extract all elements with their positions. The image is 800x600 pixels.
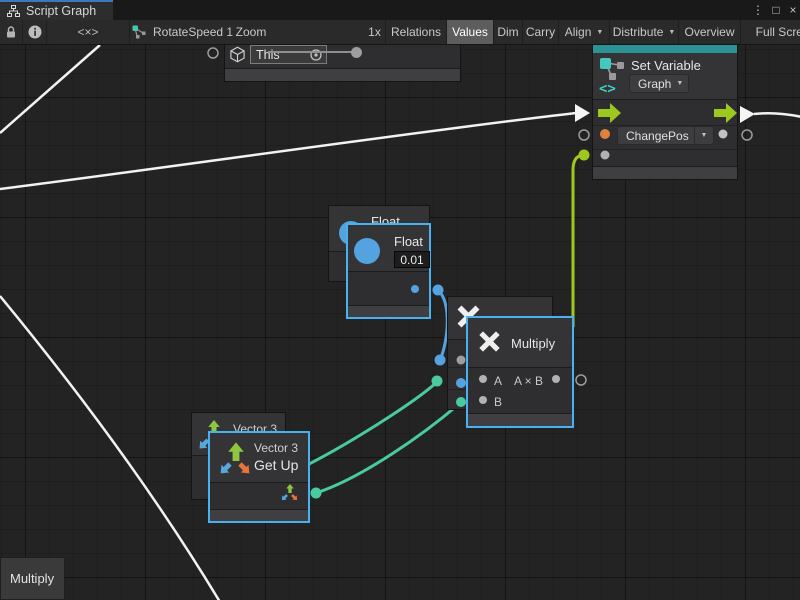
distribute-dropdown[interactable]: Distribute▼: [610, 20, 679, 44]
info-button[interactable]: [23, 20, 47, 44]
variable-scope-dropdown[interactable]: Graph ▼: [629, 74, 689, 93]
multiply-input-b-label: B: [494, 395, 502, 409]
set-variable-icon: <>: [599, 57, 626, 95]
unity-script-graph-window: This <> Set Variable Graph ▼ ChangePos ▼: [0, 0, 800, 600]
lock-button[interactable]: [0, 20, 23, 44]
dim-button[interactable]: Dim: [494, 20, 523, 44]
tab-script-graph[interactable]: Script Graph: [0, 0, 113, 20]
this-object-field[interactable]: This: [250, 45, 327, 64]
graph-name: RotateSpeed 1: [153, 25, 233, 39]
this-node[interactable]: This: [224, 41, 461, 82]
info-icon: [28, 25, 42, 39]
get-up-title: Get Up: [254, 457, 298, 473]
float-node[interactable]: Float 0.01: [347, 224, 430, 318]
chevron-down-icon: ▼: [668, 29, 675, 36]
multiply-node-corner[interactable]: Multiply: [0, 557, 65, 600]
multiply-title: Multiply: [511, 336, 555, 351]
zoom-value: 1x: [364, 20, 386, 44]
variable-scope-value: Graph: [638, 77, 671, 91]
chevron-down-icon[interactable]: ▼: [694, 127, 713, 144]
lock-icon: [5, 26, 17, 39]
multiply-icon: [477, 329, 502, 354]
window-tab-bar: Script Graph ⋮ □ ×: [0, 0, 800, 20]
this-object-field-value: This: [256, 48, 280, 62]
window-close-button[interactable]: ×: [786, 0, 800, 20]
tab-title: Script Graph: [26, 4, 96, 18]
vector3-icon: [216, 438, 254, 480]
graph-toolbar: <×> RotateSpeed 1 Zoom 1x Relations Valu…: [0, 20, 800, 45]
set-variable-footer: [593, 166, 737, 179]
zoom-slider-track[interactable]: [268, 51, 356, 53]
get-up-node[interactable]: Vector 3 Get Up: [209, 432, 309, 522]
multiply-footer: [468, 413, 572, 426]
float-icon: [354, 238, 380, 264]
variable-name-value: ChangePos: [626, 129, 689, 143]
chevron-down-icon: ▼: [676, 80, 683, 87]
multiply-input-a-label: A: [494, 374, 502, 388]
align-dropdown[interactable]: Align▼: [559, 20, 610, 44]
variable-name-dropdown[interactable]: ChangePos ▼: [617, 126, 714, 145]
row-divider: [593, 149, 737, 150]
vector3-output-icon: [280, 484, 298, 502]
script-graph-icon: [132, 25, 147, 39]
graph-breadcrumb[interactable]: RotateSpeed 1: [130, 20, 236, 44]
code-icon: <×>: [77, 25, 98, 39]
corner-node-title: Multiply: [10, 571, 54, 586]
window-maximize-button[interactable]: □: [768, 0, 784, 20]
cube-icon: [229, 46, 246, 63]
float-footer: [348, 305, 429, 317]
set-variable-node[interactable]: <> Set Variable Graph ▼ ChangePos ▼: [592, 44, 738, 180]
svg-text:<>: <>: [599, 81, 616, 95]
set-variable-title: Set Variable: [631, 58, 701, 73]
chevron-down-icon: ▼: [596, 29, 603, 36]
row-divider: [448, 389, 468, 390]
values-button[interactable]: Values: [447, 20, 494, 44]
fullscreen-button[interactable]: Full Screen: [741, 20, 800, 44]
get-up-footer: [210, 509, 308, 521]
code-view-button[interactable]: <×>: [47, 20, 130, 44]
graph-icon: [7, 5, 20, 17]
vector3-downleft-arrow-icon: [194, 438, 210, 454]
window-menu-button[interactable]: ⋮: [751, 0, 765, 20]
relations-button[interactable]: Relations: [386, 20, 447, 44]
float-value: 0.01: [400, 253, 423, 267]
zoom-slider-handle[interactable]: [351, 47, 362, 58]
multiply-node[interactable]: Multiply A A × B B: [467, 317, 573, 427]
zoom-label: Zoom: [236, 20, 266, 44]
float-value-field[interactable]: 0.01: [394, 251, 430, 268]
carry-button[interactable]: Carry: [523, 20, 559, 44]
variable-kind-bar: [593, 45, 737, 53]
row-divider: [448, 367, 468, 368]
this-node-footer: [225, 68, 460, 81]
multiply-output-label: A × B: [514, 374, 543, 388]
float-title: Float: [394, 234, 423, 249]
get-up-subtitle: Vector 3: [254, 441, 298, 455]
overview-button[interactable]: Overview: [679, 20, 741, 44]
